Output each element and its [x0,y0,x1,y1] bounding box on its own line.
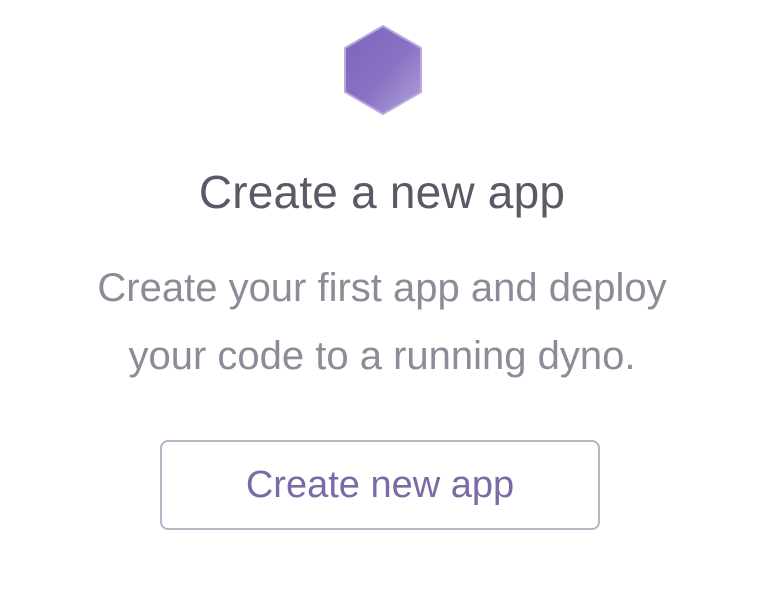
empty-state-description: Create your first app and deploy your co… [0,254,764,390]
hexagon-icon [335,22,431,118]
description-line-2: your code to a running dyno. [128,334,636,378]
description-line-1: Create your first app and deploy [97,266,667,310]
create-new-app-button[interactable]: Create new app [160,440,600,530]
create-app-empty-state: Create a new app Create your first app a… [0,0,784,592]
empty-state-title: Create a new app [198,166,566,218]
